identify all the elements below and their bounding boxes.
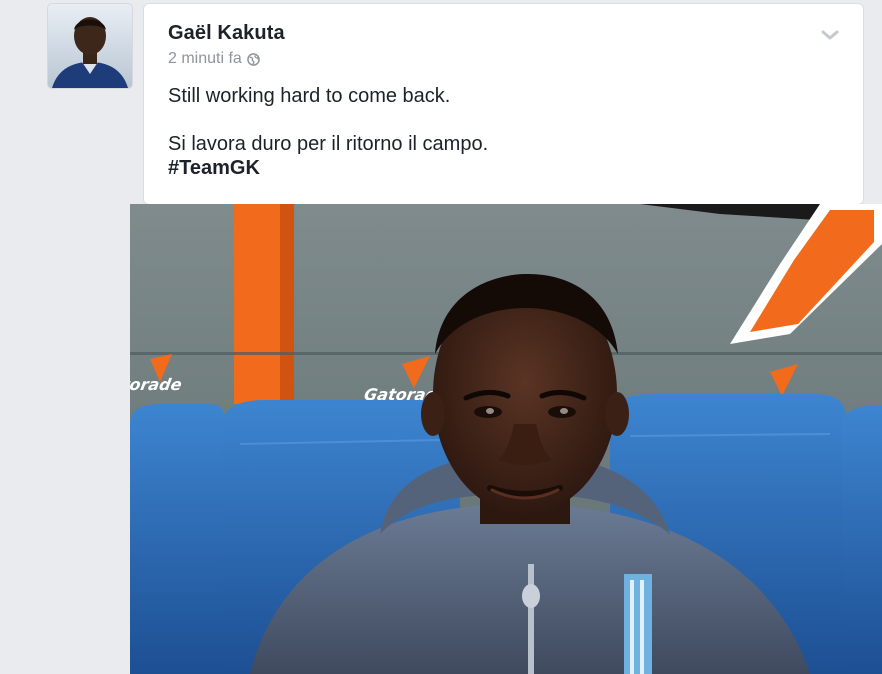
post-text: Still working hard to come back. Si lavo… — [168, 84, 488, 180]
svg-text:Gatorade: Gatorade — [130, 375, 183, 394]
author-avatar[interactable] — [48, 4, 132, 88]
post-photo[interactable]: Gatorade Gatorade Gatorade — [130, 204, 882, 674]
hashtag-link[interactable]: #TeamGK — [168, 156, 260, 180]
post-card: Gaël Kakuta 2 minuti fa Still working ha… — [144, 4, 863, 204]
post-text-line-english: Still working hard to come back. — [168, 85, 451, 107]
author-name[interactable]: Gaël Kakuta — [168, 22, 285, 45]
post-meta: 2 minuti fa — [168, 50, 260, 68]
post-text-line-italian: Si lavora duro per il ritorno il campo. — [168, 133, 489, 155]
chevron-down-icon[interactable] — [821, 28, 839, 42]
photo-image: Gatorade Gatorade Gatorade — [130, 204, 882, 674]
globe-icon[interactable] — [246, 52, 260, 66]
avatar-photo — [48, 4, 132, 88]
post-timestamp[interactable]: 2 minuti fa — [168, 50, 242, 68]
